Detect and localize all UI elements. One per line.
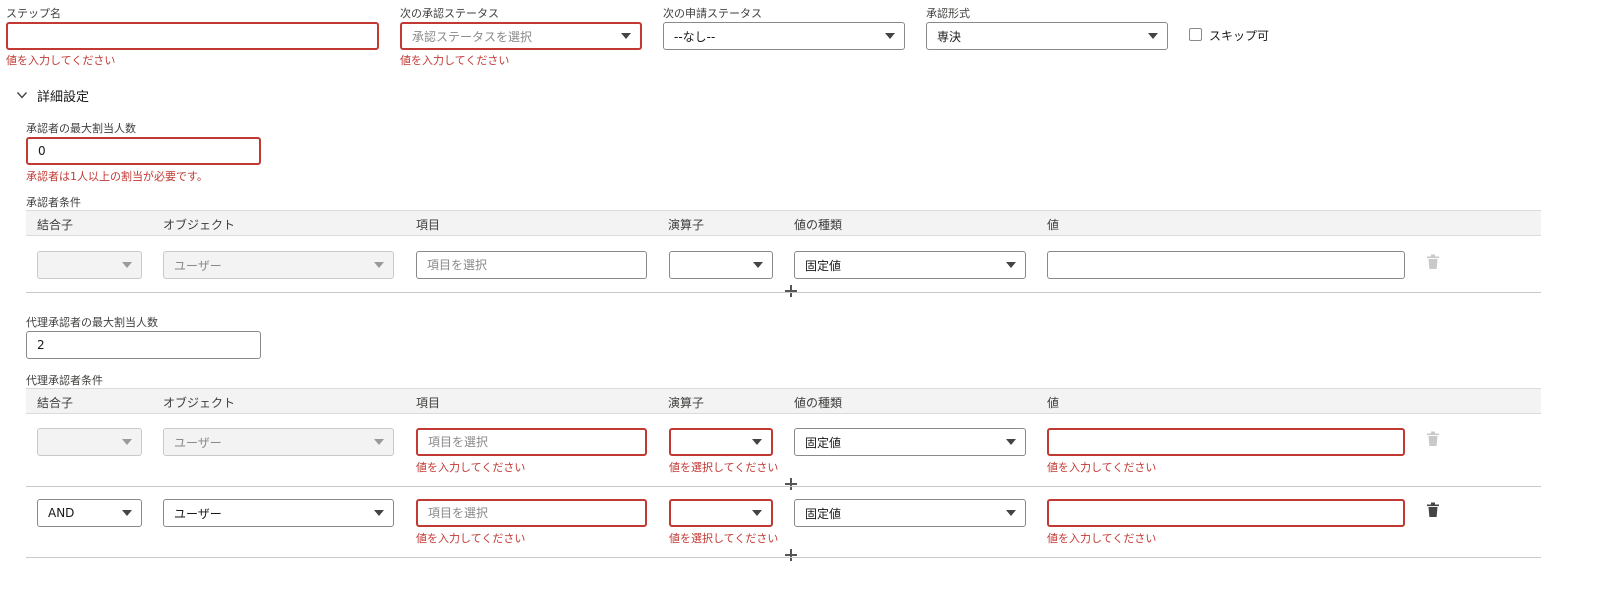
delegate-row2-conjunction-select[interactable]: AND — [37, 499, 142, 527]
header-value: 値 — [1047, 396, 1060, 410]
header-conjunction: 結合子 — [37, 396, 74, 410]
caret-down-icon — [752, 510, 762, 516]
header-field: 項目 — [416, 218, 441, 232]
conjunction-value: AND — [48, 506, 75, 520]
header-object: オブジェクト — [163, 396, 236, 410]
delegate-row2-field-input[interactable] — [416, 499, 647, 527]
delegate-row2-value-input[interactable] — [1047, 499, 1405, 527]
caret-down-icon — [1148, 33, 1158, 39]
header-object: オブジェクト — [163, 218, 236, 232]
approval-type-label: 承認形式 — [926, 7, 970, 20]
delegate-row1-operator-select[interactable] — [669, 428, 773, 456]
next-approval-status-placeholder: 承認ステータスを選択 — [412, 29, 533, 44]
caret-down-icon — [753, 262, 763, 268]
approver-row1-operator-select[interactable] — [669, 251, 773, 279]
caret-down-icon — [1006, 439, 1016, 445]
approver-max-error: 承認者は1人以上の割当が必要です。 — [26, 170, 208, 183]
delegate-row1-conjunction-select[interactable] — [37, 428, 142, 456]
next-approval-status-error: 値を入力してください — [400, 54, 510, 67]
approver-conditions-header: 結合子 オブジェクト 項目 演算子 値の種類 値 — [26, 210, 1541, 236]
delegate-conditions-label: 代理承認者条件 — [26, 374, 103, 387]
caret-down-icon — [374, 439, 384, 445]
trash-icon[interactable] — [1426, 502, 1440, 518]
object-value: ユーザー — [174, 506, 222, 521]
step-name-label: ステップ名 — [6, 7, 61, 20]
delegate-max-input[interactable] — [26, 331, 261, 359]
approver-add-row-plus-icon[interactable] — [784, 284, 798, 298]
delegate-row1-value-input[interactable] — [1047, 428, 1405, 456]
caret-down-icon — [374, 510, 384, 516]
approver-row1-conjunction-select[interactable] — [37, 251, 142, 279]
header-value-type: 値の種類 — [794, 396, 843, 410]
value-type-value: 固定値 — [805, 258, 842, 273]
delegate-row1-object-select[interactable]: ユーザー — [163, 428, 394, 456]
approver-row1-field-input[interactable] — [416, 251, 647, 279]
object-value: ユーザー — [174, 435, 222, 450]
caret-down-icon — [621, 33, 631, 39]
step-name-input[interactable] — [6, 22, 379, 50]
delegate-row-divider — [26, 557, 1541, 558]
delegate-add-row-plus-icon[interactable] — [784, 548, 798, 562]
delegate-row2-value-error: 値を入力してください — [1047, 532, 1157, 545]
header-value: 値 — [1047, 218, 1060, 232]
next-approval-status-select[interactable]: 承認ステータスを選択 — [400, 22, 642, 50]
delegate-row2-operator-error: 値を選択してください — [669, 532, 779, 545]
approver-conditions-label: 承認者条件 — [26, 196, 81, 209]
caret-down-icon — [885, 33, 895, 39]
caret-down-icon — [122, 262, 132, 268]
delegate-row2-field-error: 値を入力してください — [416, 532, 526, 545]
caret-down-icon — [374, 262, 384, 268]
delegate-row1-field-error: 値を入力してください — [416, 461, 526, 474]
object-value: ユーザー — [174, 258, 222, 273]
caret-down-icon — [1006, 262, 1016, 268]
delegate-max-label: 代理承認者の最大割当人数 — [26, 316, 158, 329]
approval-type-value: 専決 — [937, 29, 962, 44]
header-conjunction: 結合子 — [37, 218, 74, 232]
delegate-row2-value-type-select[interactable]: 固定値 — [794, 499, 1026, 527]
caret-down-icon — [752, 439, 762, 445]
caret-down-icon — [1006, 510, 1016, 516]
delegate-row1-operator-error: 値を選択してください — [669, 461, 779, 474]
approver-max-label: 承認者の最大割当人数 — [26, 122, 136, 135]
next-request-status-select[interactable]: --なし-- — [663, 22, 905, 50]
approver-max-input[interactable] — [26, 137, 261, 165]
header-operator: 演算子 — [668, 396, 705, 410]
delegate-add-row-plus-icon[interactable] — [784, 477, 798, 491]
header-value-type: 値の種類 — [794, 218, 843, 232]
delegate-row2-object-select[interactable]: ユーザー — [163, 499, 394, 527]
delegate-conditions-header: 結合子 オブジェクト 項目 演算子 値の種類 値 — [26, 388, 1541, 414]
trash-icon[interactable] — [1426, 254, 1440, 270]
value-type-value: 固定値 — [805, 506, 842, 521]
header-operator: 演算子 — [668, 218, 705, 232]
details-toggle[interactable]: 詳細設定 — [16, 86, 90, 105]
chevron-down-icon — [16, 92, 28, 99]
delegate-row1-field-input[interactable] — [416, 428, 647, 456]
step-name-error: 値を入力してください — [6, 54, 116, 67]
next-approval-status-label: 次の承認ステータス — [400, 7, 499, 20]
approver-row1-value-type-select[interactable]: 固定値 — [794, 251, 1026, 279]
approver-row1-value-input[interactable] — [1047, 251, 1405, 279]
skip-checkbox[interactable] — [1189, 28, 1202, 41]
skip-label: スキップ可 — [1209, 29, 1270, 43]
caret-down-icon — [122, 439, 132, 445]
value-type-value: 固定値 — [805, 435, 842, 450]
approval-type-select[interactable]: 専決 — [926, 22, 1168, 50]
next-request-status-label: 次の申請ステータス — [663, 7, 762, 20]
delegate-row1-value-type-select[interactable]: 固定値 — [794, 428, 1026, 456]
delegate-row-divider — [26, 486, 1541, 487]
next-request-status-value: --なし-- — [674, 29, 716, 44]
approver-row1-object-select[interactable]: ユーザー — [163, 251, 394, 279]
details-toggle-label: 詳細設定 — [37, 89, 90, 105]
header-field: 項目 — [416, 396, 441, 410]
caret-down-icon — [122, 510, 132, 516]
approver-row-divider — [26, 292, 1541, 293]
delegate-row2-operator-select[interactable] — [669, 499, 773, 527]
delegate-row1-value-error: 値を入力してください — [1047, 461, 1157, 474]
trash-icon[interactable] — [1426, 431, 1440, 447]
